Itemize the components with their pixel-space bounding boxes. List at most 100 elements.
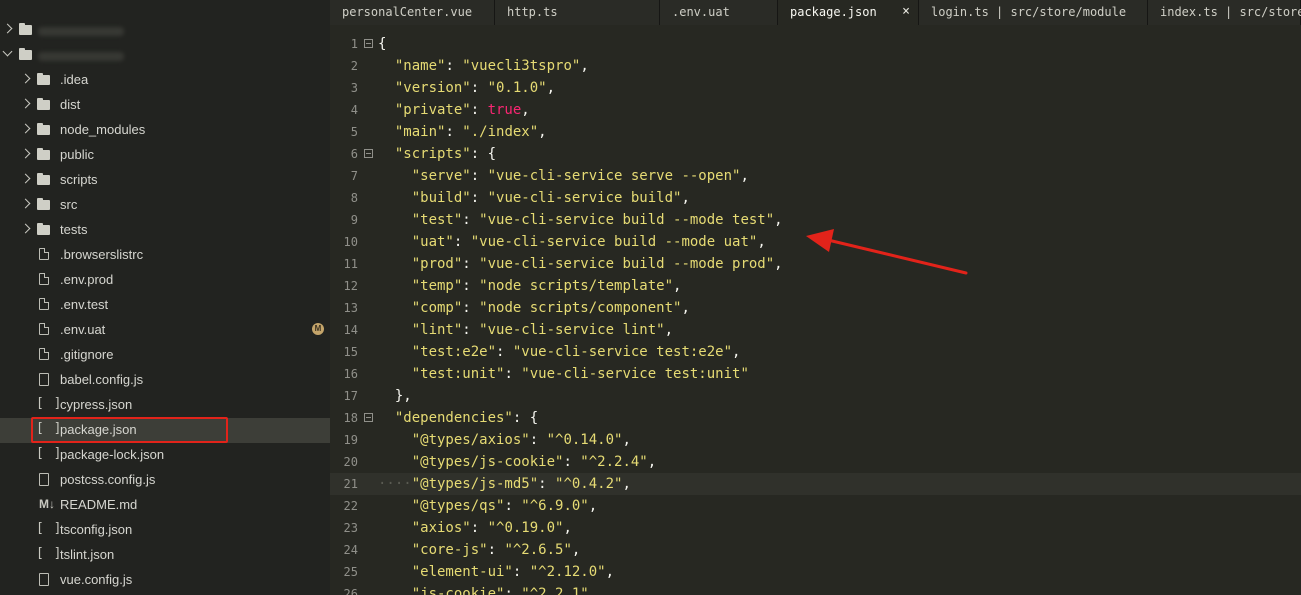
code-line[interactable]: 3 "version": "0.1.0",: [330, 77, 1301, 99]
fold-toggle-icon[interactable]: [364, 39, 373, 48]
code-line[interactable]: 2 "name": "vuecli3tspro",: [330, 55, 1301, 77]
code-line[interactable]: 10 "uat": "vue-cli-service build --mode …: [330, 231, 1301, 253]
tree-file[interactable]: [ ] cypress.json: [0, 393, 330, 418]
editor-tab[interactable]: personalCenter.vue: [330, 0, 495, 25]
tree-file[interactable]: .gitignore: [0, 343, 330, 368]
tree-folder[interactable]: public: [0, 143, 330, 168]
code-line[interactable]: 18 "dependencies": {: [330, 407, 1301, 429]
line-number: 19: [343, 433, 358, 447]
tree-folder[interactable]: node_modules: [0, 118, 330, 143]
code-token: :: [462, 212, 480, 228]
code-token: "test:unit": [411, 366, 505, 382]
line-number: 2: [350, 59, 358, 73]
code-line[interactable]: 6 "scripts": {: [330, 143, 1301, 165]
code-token: "dependencies": [394, 410, 513, 426]
tree-file[interactable]: M↓ README.md: [0, 493, 330, 518]
tree-folder[interactable]: .idea: [0, 68, 330, 93]
tab-label: index.ts | src/store: [1160, 5, 1301, 19]
code-line[interactable]: 14 "lint": "vue-cli-service lint",: [330, 319, 1301, 341]
code-token: true: [487, 102, 522, 118]
tree-file[interactable]: postcss.config.js: [0, 468, 330, 493]
tree-folder[interactable]: [0, 18, 330, 43]
code-line[interactable]: 1{: [330, 33, 1301, 55]
tree-item-label: babel.config.js: [60, 372, 144, 387]
chevron-right-icon[interactable]: [20, 198, 31, 209]
chevron-right-icon[interactable]: [20, 73, 31, 84]
code-token: "prod": [411, 256, 463, 272]
code-line[interactable]: 23 "axios": "^0.19.0",: [330, 517, 1301, 539]
code-token: "@types/js-cookie": [411, 454, 564, 470]
code-token: "element-ui": [411, 564, 513, 580]
tree-file[interactable]: [ ] package-lock.json: [0, 443, 330, 468]
editor-tab[interactable]: package.json ×: [778, 0, 919, 25]
code-line[interactable]: 12 "temp": "node scripts/template",: [330, 275, 1301, 297]
tree-file[interactable]: [ ] tslint.json: [0, 543, 330, 568]
tree-item-label: node_modules: [60, 122, 146, 137]
chevron-right-icon[interactable]: [2, 23, 13, 34]
code-line[interactable]: 8 "build": "vue-cli-service build",: [330, 187, 1301, 209]
code-line[interactable]: 19 "@types/axios": "^0.14.0",: [330, 429, 1301, 451]
chevron-right-icon[interactable]: [20, 148, 31, 159]
chevron-right-icon[interactable]: [20, 173, 31, 184]
tree-file[interactable]: .env.test: [0, 293, 330, 318]
chevron-down-icon[interactable]: [2, 46, 13, 57]
editor-tab[interactable]: .env.uat: [660, 0, 778, 25]
code-line[interactable]: 24 "core-js": "^2.6.5",: [330, 539, 1301, 561]
code-token: "^2.2.4": [580, 454, 648, 470]
code-line[interactable]: 13 "comp": "node scripts/component",: [330, 297, 1301, 319]
tree-file[interactable]: vue.config.js: [0, 568, 330, 593]
fold-toggle-icon[interactable]: [364, 149, 373, 158]
code-token: ,: [605, 564, 615, 580]
code-line[interactable]: 26 "js-cookie": "^2.2.1",: [330, 583, 1301, 595]
fold-toggle-icon[interactable]: [364, 413, 373, 422]
code-line[interactable]: 20 "@types/js-cookie": "^2.2.4",: [330, 451, 1301, 473]
tree-file[interactable]: .env.prod: [0, 268, 330, 293]
code-line[interactable]: 22 "@types/qs": "^6.9.0",: [330, 495, 1301, 517]
code-token: ,: [521, 102, 530, 118]
tree-file[interactable]: [ ] tsconfig.json: [0, 518, 330, 543]
code-line[interactable]: 15 "test:e2e": "vue-cli-service test:e2e…: [330, 341, 1301, 363]
code-line[interactable]: 16 "test:unit": "vue-cli-service test:un…: [330, 363, 1301, 385]
tree-folder[interactable]: [0, 43, 330, 68]
code-line[interactable]: 11 "prod": "vue-cli-service build --mode…: [330, 253, 1301, 275]
tree-folder[interactable]: src: [0, 193, 330, 218]
chevron-right-icon[interactable]: [20, 98, 31, 109]
code-token: :: [529, 432, 547, 448]
code-token: :: [470, 80, 488, 96]
tree-folder[interactable]: tests: [0, 218, 330, 243]
close-tab-icon[interactable]: ×: [902, 0, 910, 24]
code-token: "vue-cli-service lint": [479, 322, 665, 338]
code-line[interactable]: 17 },: [330, 385, 1301, 407]
code-token: "build": [411, 190, 471, 206]
code-token: :: [504, 366, 522, 382]
code-line[interactable]: 4 "private": true,: [330, 99, 1301, 121]
code-editor[interactable]: 1{2 "name": "vuecli3tspro", 3 "version": …: [330, 25, 1301, 595]
code-text: },: [378, 385, 412, 407]
chevron-right-icon[interactable]: [20, 223, 31, 234]
tree-folder[interactable]: dist: [0, 93, 330, 118]
redacted-folder-name: [38, 27, 124, 36]
editor-tab[interactable]: login.ts | src/store/module: [919, 0, 1148, 25]
code-token: "^2.6.5": [504, 542, 572, 558]
code-line[interactable]: 9 "test": "vue-cli-service build --mode …: [330, 209, 1301, 231]
chevron-right-icon[interactable]: [20, 123, 31, 134]
code-text: "temp": "node scripts/template",: [378, 275, 682, 297]
tree-file[interactable]: .env.uat M: [0, 318, 330, 343]
folder-icon: [19, 48, 32, 60]
file-icon: [39, 273, 49, 285]
tree-folder[interactable]: scripts: [0, 168, 330, 193]
tree-file[interactable]: babel.config.js: [0, 368, 330, 393]
tree-file[interactable]: .browserslistrc: [0, 243, 330, 268]
tree-file[interactable]: [ ] package.json: [0, 418, 330, 443]
code-token: "^0.4.2": [555, 476, 623, 492]
tree-item-label: src: [60, 197, 78, 212]
code-line[interactable]: 25 "element-ui": "^2.12.0",: [330, 561, 1301, 583]
code-line[interactable]: 21 ····"@types/js-md5": "^0.4.2",: [330, 473, 1301, 495]
code-line[interactable]: 5 "main": "./index",: [330, 121, 1301, 143]
editor-tab[interactable]: index.ts | src/store: [1148, 0, 1301, 25]
editor-tab[interactable]: http.ts: [495, 0, 660, 25]
code-line[interactable]: 7 "serve": "vue-cli-service serve --open…: [330, 165, 1301, 187]
